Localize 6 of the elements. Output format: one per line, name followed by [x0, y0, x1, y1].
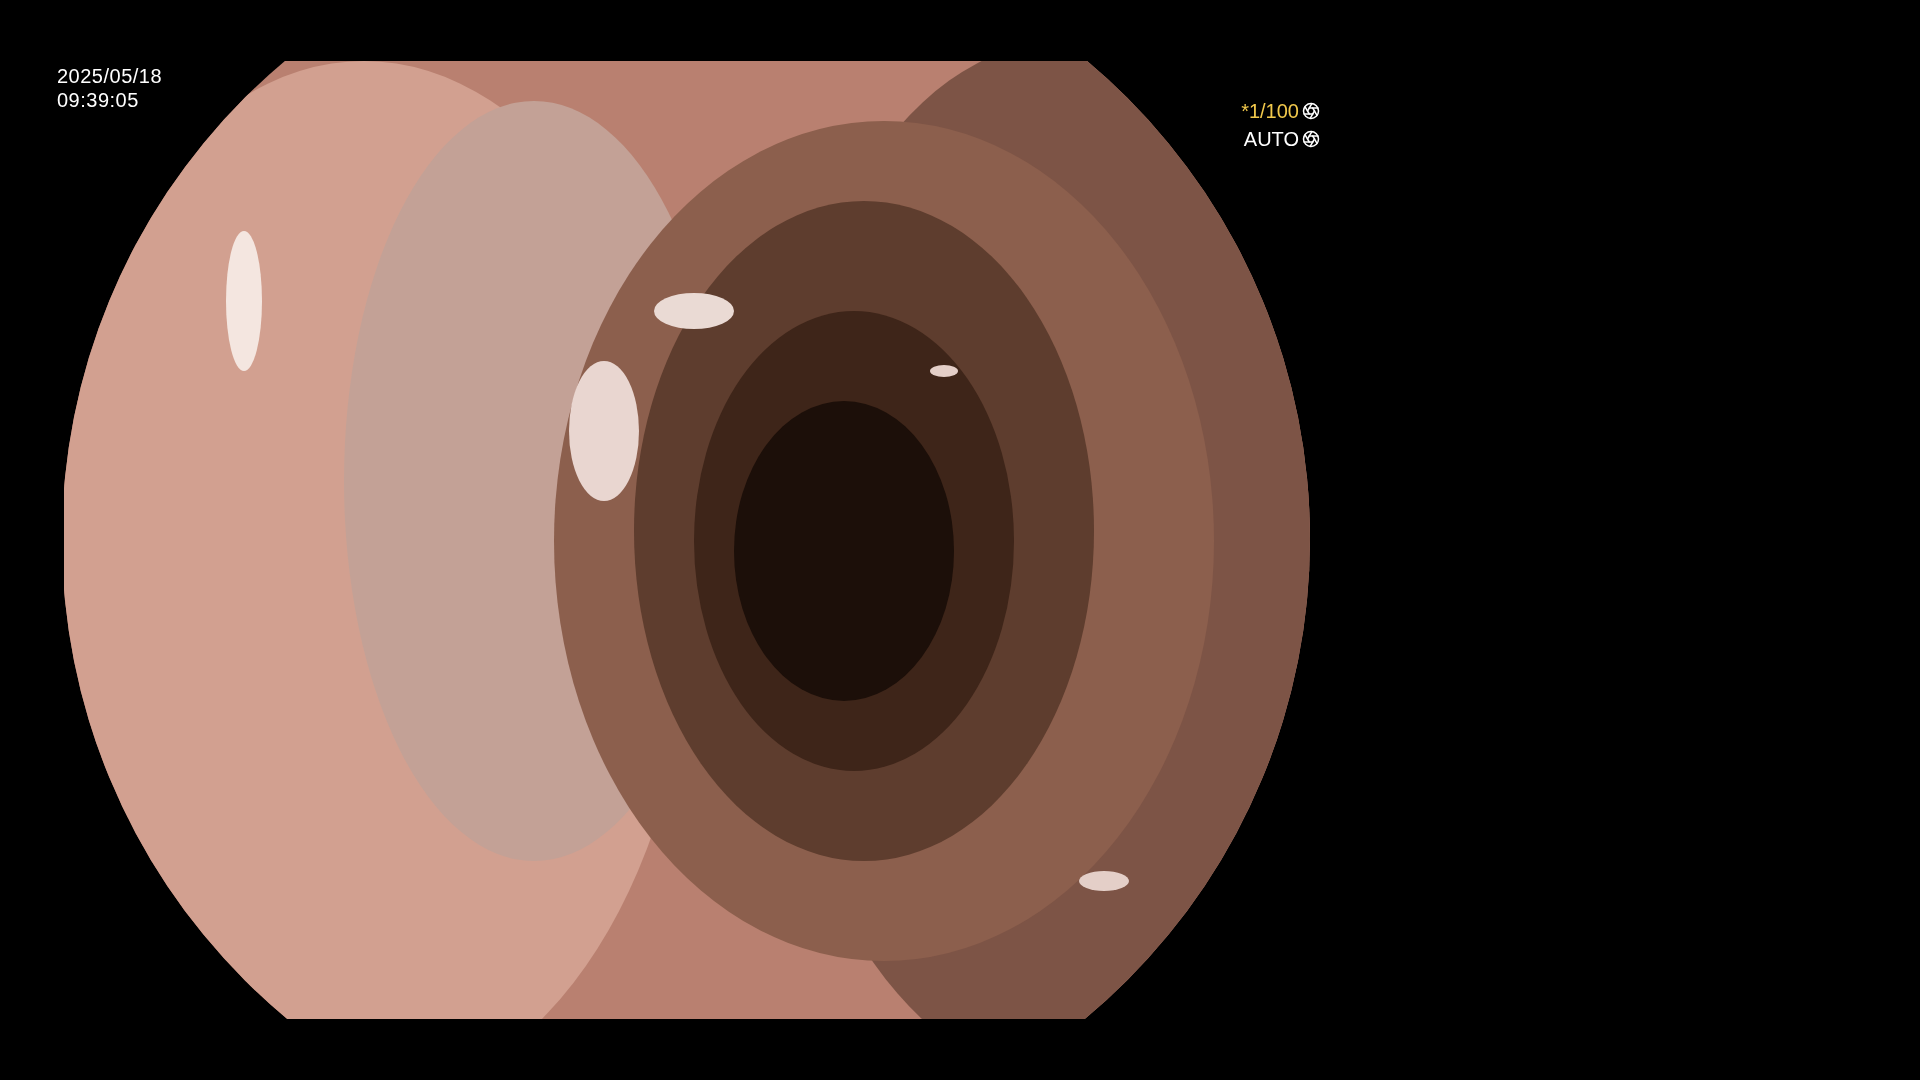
aperture-icon [1302, 130, 1320, 148]
aperture-icon [1302, 102, 1320, 120]
time-text: 09:39:05 [57, 88, 140, 112]
exposure-mode-text: AUTO [1243, 127, 1299, 151]
date-text: 2025/05/18 [57, 64, 163, 88]
shutter-speed-text: *1/100 [1241, 99, 1299, 123]
